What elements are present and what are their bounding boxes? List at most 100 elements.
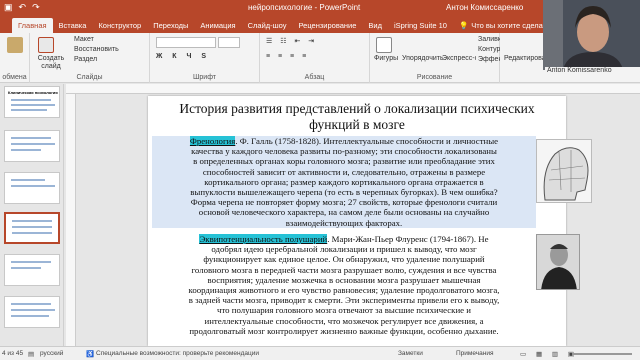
thumb-title: Клиническая психология (8, 90, 58, 95)
group-font: Ж К Ч S Шрифт (150, 33, 260, 83)
slide-thumbnail[interactable] (4, 254, 60, 286)
phrenology-head-image[interactable] (536, 139, 592, 203)
slide-canvas[interactable]: История развития представлений о локализ… (148, 96, 592, 346)
tab-insert[interactable]: Вставка (53, 18, 93, 33)
drawing-label: Рисование (416, 74, 453, 81)
group-slides: Создать слайд Макет Восстановить Раздел … (30, 33, 150, 83)
paragraph-line: продолговатый мозг контролирует жизненно… (189, 325, 499, 336)
arrange-button[interactable]: Упорядочить (402, 55, 444, 62)
portrait-drawing (537, 235, 579, 289)
lightbulb-icon: 💡 (458, 21, 469, 30)
slide-thumbnail[interactable]: Клиническая психология (4, 86, 60, 118)
paragraph-line: функционирует как единое целое. Он обнар… (203, 254, 485, 265)
comments-button[interactable]: Примечания (456, 350, 494, 357)
equipotentiality-paragraph[interactable]: Эквипотенциальность полушарий. Мари-Жан-… (152, 234, 536, 336)
tell-me-box[interactable]: 💡 Что вы хотите сделать? (459, 21, 554, 33)
font-size-box[interactable] (218, 37, 240, 48)
tab-design[interactable]: Конструктор (92, 18, 147, 33)
phrenology-paragraph[interactable]: Френология. Ф. Галль (1758-1828). Интелл… (152, 136, 536, 228)
slide-title-line1: История развития представлений о локализ… (179, 101, 535, 116)
slides-label: Слайды (76, 74, 103, 81)
paragraph-line: выпуклости вышележащего черепа (то есть … (190, 187, 498, 198)
shape-fill-button[interactable]: Заливка фигуры (478, 36, 500, 43)
language[interactable]: русский (40, 350, 63, 357)
redo-icon[interactable]: ↷ (32, 2, 40, 13)
list-buttons[interactable]: ☰ ☷ ⇤ ⇥ (266, 37, 317, 45)
paragraph-line: восприятия; удаление мозжечка в основани… (207, 274, 481, 285)
slide-thumbnail-selected[interactable] (4, 212, 60, 244)
group-paragraph: ☰ ☷ ⇤ ⇥ ≡ ≡ ≡ ≡ Абзац (260, 33, 370, 83)
group-drawing: Фигуры Упорядочить Экспресс-стили Заливк… (370, 33, 500, 83)
shapes-button[interactable]: Фигуры (374, 55, 398, 62)
paragraph-line: . Мари-Жан-Пьер Флуренс (1794-1867). Не (327, 234, 489, 244)
camera-name-label: Anton Komissarenko (545, 67, 640, 79)
font-name-box[interactable] (156, 37, 216, 48)
webcam-overlay (543, 0, 640, 70)
font-label: Шрифт (192, 74, 217, 81)
quick-access-toolbar: ▣ ↶ ↷ (4, 2, 40, 13)
flourens-portrait-image[interactable] (536, 234, 580, 290)
shape-effects-button[interactable]: Эффекты фигуры (478, 56, 500, 63)
section-button[interactable]: Раздел (74, 56, 97, 63)
tab-ispring[interactable]: iSpring Suite 10 (388, 18, 453, 33)
tab-home[interactable]: Главная (12, 18, 53, 33)
font-format-buttons[interactable]: Ж К Ч S (156, 53, 210, 60)
paragraph-line: интеллектуальные способности, что мозжеч… (204, 315, 484, 326)
align-buttons[interactable]: ≡ ≡ ≡ ≡ (266, 53, 309, 60)
phrenology-term[interactable]: Френология (189, 136, 236, 146)
clipboard-label: обмена (2, 74, 27, 81)
status-bar: 4 из 45 ▤ русский ♿ Специальные возможно… (0, 346, 640, 360)
paste-icon[interactable] (7, 37, 23, 53)
save-icon[interactable]: ▣ (4, 2, 13, 13)
slide-thumbnail[interactable] (4, 172, 60, 204)
document-title: нейропсихологие - PowerPoint (248, 3, 361, 12)
paragraph-line: кортикального органа; размер каждого кор… (204, 176, 484, 187)
tab-transitions[interactable]: Переходы (147, 18, 194, 33)
slide-number: 4 из 45 (2, 350, 24, 357)
paragraph-line: в задней части мозга, приводит к смерти.… (188, 295, 500, 306)
tab-slideshow[interactable]: Слайд-шоу (242, 18, 293, 33)
tab-view[interactable]: Вид (362, 18, 388, 33)
horizontal-ruler (66, 84, 640, 94)
equipotentiality-term[interactable]: Эквипотенциальность полушарий (199, 234, 328, 244)
spellcheck-icon[interactable]: ▤ (28, 350, 34, 358)
new-slide-icon[interactable] (38, 37, 54, 53)
paragraph-line: головного мозга в передней части мозга р… (191, 264, 497, 275)
paragraph-line: взаимодействующих факторах. (285, 217, 403, 228)
accessibility-status[interactable]: Специальные возможности: проверьте реком… (96, 350, 259, 357)
tab-review[interactable]: Рецензирование (293, 18, 363, 33)
group-clipboard: обмена (0, 33, 30, 83)
group-editing: Редактирование (500, 33, 557, 83)
slide-thumbnails-panel: Клиническая психология (0, 84, 64, 346)
new-slide-button[interactable]: Создать слайд (34, 55, 68, 71)
undo-icon[interactable]: ↶ (19, 2, 27, 13)
paragraph-line: качества у каждого человека развиты по-р… (191, 146, 497, 157)
view-buttons[interactable]: ▭ ▦ ▥ ▣ (520, 350, 578, 358)
paragraph-line: что полушария головного мозга отвечают з… (217, 305, 471, 316)
paragraph-label: Абзац (304, 74, 325, 81)
phrenology-head-drawing (543, 147, 589, 201)
person-silhouette (543, 0, 640, 70)
slide-thumbnail[interactable] (4, 130, 60, 162)
tab-animations[interactable]: Анимация (194, 18, 241, 33)
slide-thumbnail[interactable] (4, 296, 60, 328)
user-name[interactable]: Антон Комиссаренко (446, 3, 523, 12)
shape-outline-button[interactable]: Контур фигуры (478, 46, 500, 53)
paragraph-line: в определенных органах коры головного мо… (193, 156, 495, 167)
paragraph-line: способностей зависит от активности и, сл… (202, 166, 486, 177)
paragraph-line: одобрял идею церебральной локализации и … (211, 244, 477, 255)
accessibility-icon[interactable]: ♿ (86, 350, 94, 358)
paragraph-line: координация животного и его чувство равн… (188, 285, 500, 296)
vertical-ruler (66, 94, 76, 346)
notes-button[interactable]: Заметки (398, 350, 423, 357)
layout-button[interactable]: Макет (74, 36, 94, 43)
tell-me-text: Что вы хотите сделать? (471, 21, 555, 30)
shapes-icon[interactable] (376, 37, 392, 53)
paragraph-line: . Ф. Галль (1758-1828). Интеллектуальные… (235, 136, 499, 146)
powerpoint-window: ▣ ↶ ↷ нейропсихологие - PowerPoint Антон… (0, 0, 640, 360)
slide-title-line2: функций в мозге (309, 117, 405, 132)
reset-button[interactable]: Восстановить (74, 46, 119, 53)
zoom-slider[interactable] (572, 353, 632, 355)
paragraph-line: основой человеческого характера, на само… (198, 207, 490, 218)
quick-styles-button[interactable]: Экспресс-стили (442, 55, 476, 62)
